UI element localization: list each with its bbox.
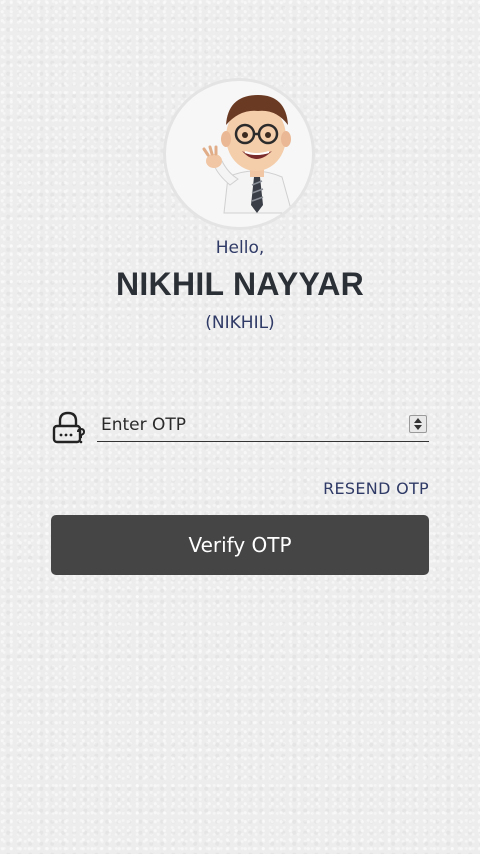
spinner-up-icon[interactable] — [414, 418, 422, 423]
spinner-down-icon[interactable] — [414, 425, 422, 430]
cartoon-man-avatar-icon — [202, 95, 293, 214]
otp-input[interactable] — [101, 410, 391, 440]
user-full-name: NIKHIL NAYYAR — [115, 266, 365, 302]
lock-question-icon — [52, 411, 86, 444]
otp-field — [97, 408, 429, 442]
resend-otp-link[interactable]: RESEND OTP — [323, 479, 429, 498]
user-username: (NIKHIL) — [205, 313, 275, 333]
verify-otp-button[interactable]: Verify OTP — [51, 515, 429, 575]
number-spinner[interactable] — [409, 415, 427, 433]
profile-avatar — [163, 78, 315, 230]
greeting-text: Hello, — [215, 238, 265, 258]
